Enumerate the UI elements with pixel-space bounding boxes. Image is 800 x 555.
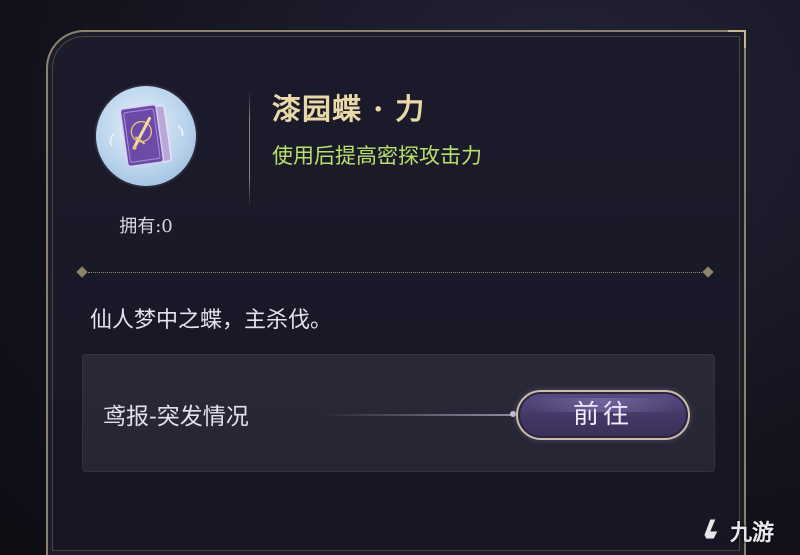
watermark: 九游	[698, 509, 790, 549]
item-description: 仙人梦中之蝶，主杀伐。	[90, 308, 333, 333]
item-effect: 使用后提高密探攻击力	[272, 144, 482, 168]
divider-diamond-left	[76, 266, 88, 278]
panel-corner-ornament	[728, 30, 746, 48]
item-source-row: 鸢报-突发情况 前往	[82, 354, 715, 472]
go-to-source-button[interactable]: 前往	[516, 390, 690, 440]
divider-diamond-right	[702, 266, 714, 278]
owned-count: 拥有:0	[119, 216, 173, 237]
item-name: 漆园蝶 · 力	[272, 92, 426, 126]
purple-card-with-sword-icon	[109, 103, 184, 168]
section-divider	[76, 266, 714, 278]
vertical-divider	[249, 90, 250, 208]
source-label: 鸢报-突发情况	[103, 404, 249, 430]
item-icon-circle	[96, 86, 196, 186]
item-detail-panel: 拥有:0 漆园蝶 · 力 使用后提高密探攻击力 仙人梦中之蝶，主杀伐。 鸢报-突…	[46, 30, 746, 555]
arrow-line-icon	[323, 411, 516, 417]
go-button-label: 前往	[572, 400, 633, 430]
9you-logo-icon	[703, 518, 719, 540]
watermark-text: 九游	[730, 521, 775, 546]
